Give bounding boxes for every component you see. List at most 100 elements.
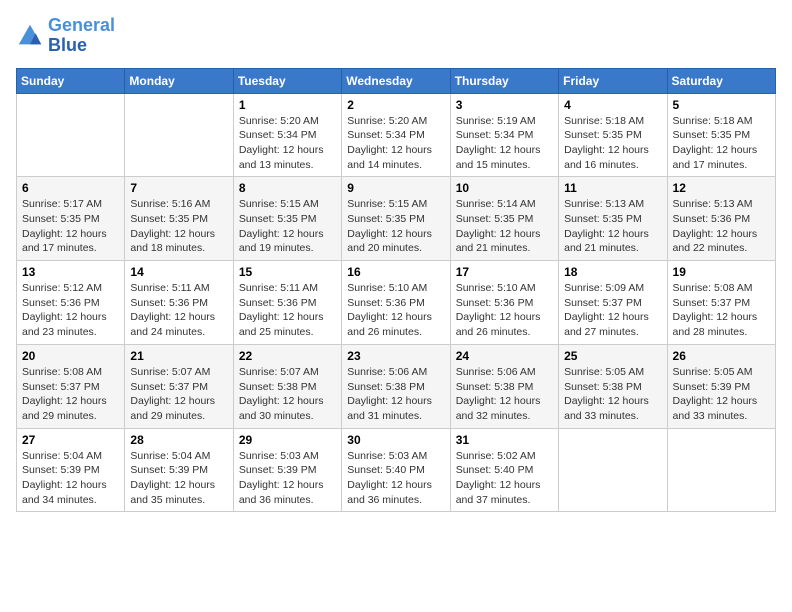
calendar-cell: 3 Sunrise: 5:19 AM Sunset: 5:34 PM Daylig…: [450, 93, 558, 177]
day-info: Sunrise: 5:08 AM Sunset: 5:37 PM Dayligh…: [22, 365, 119, 424]
day-info: Sunrise: 5:20 AM Sunset: 5:34 PM Dayligh…: [347, 114, 444, 173]
day-info: Sunrise: 5:18 AM Sunset: 5:35 PM Dayligh…: [673, 114, 770, 173]
calendar-week-row: 13 Sunrise: 5:12 AM Sunset: 5:36 PM Dayli…: [17, 261, 776, 345]
day-info: Sunrise: 5:20 AM Sunset: 5:34 PM Dayligh…: [239, 114, 336, 173]
calendar-cell: [667, 428, 775, 512]
day-number: 6: [22, 181, 119, 195]
calendar-cell: 5 Sunrise: 5:18 AM Sunset: 5:35 PM Daylig…: [667, 93, 775, 177]
day-number: 25: [564, 349, 661, 363]
calendar-cell: 14Sunrise: 5:11 AM Sunset: 5:36 PM Dayli…: [125, 261, 233, 345]
day-info: Sunrise: 5:15 AM Sunset: 5:35 PM Dayligh…: [347, 197, 444, 256]
weekday-header-tuesday: Tuesday: [233, 68, 341, 93]
day-number: 12: [673, 181, 770, 195]
day-number: 8: [239, 181, 336, 195]
day-number: 22: [239, 349, 336, 363]
day-info: Sunrise: 5:13 AM Sunset: 5:35 PM Dayligh…: [564, 197, 661, 256]
day-info: Sunrise: 5:05 AM Sunset: 5:39 PM Dayligh…: [673, 365, 770, 424]
calendar-cell: 2 Sunrise: 5:20 AM Sunset: 5:34 PM Daylig…: [342, 93, 450, 177]
day-number: 13: [22, 265, 119, 279]
day-info: Sunrise: 5:11 AM Sunset: 5:36 PM Dayligh…: [130, 281, 227, 340]
day-number: 27: [22, 433, 119, 447]
weekday-header-saturday: Saturday: [667, 68, 775, 93]
calendar-cell: 28 Sunrise: 5:04 AM Sunset: 5:39 PM Dayli…: [125, 428, 233, 512]
day-info: Sunrise: 5:03 AM Sunset: 5:39 PM Dayligh…: [239, 449, 336, 508]
day-number: 16: [347, 265, 444, 279]
day-number: 4: [564, 98, 661, 112]
calendar-cell: 31Sunrise: 5:02 AM Sunset: 5:40 PM Dayli…: [450, 428, 558, 512]
calendar-cell: 13 Sunrise: 5:12 AM Sunset: 5:36 PM Dayli…: [17, 261, 125, 345]
day-number: 18: [564, 265, 661, 279]
calendar-cell: 10 Sunrise: 5:14 AM Sunset: 5:35 PM Dayli…: [450, 177, 558, 261]
calendar-cell: 15 Sunrise: 5:11 AM Sunset: 5:36 PM Dayli…: [233, 261, 341, 345]
calendar-cell: 25Sunrise: 5:05 AM Sunset: 5:38 PM Dayli…: [559, 344, 667, 428]
day-info: Sunrise: 5:19 AM Sunset: 5:34 PM Dayligh…: [456, 114, 553, 173]
weekday-header-thursday: Thursday: [450, 68, 558, 93]
day-number: 17: [456, 265, 553, 279]
day-number: 7: [130, 181, 227, 195]
day-info: Sunrise: 5:10 AM Sunset: 5:36 PM Dayligh…: [347, 281, 444, 340]
day-info: Sunrise: 5:04 AM Sunset: 5:39 PM Dayligh…: [22, 449, 119, 508]
day-info: Sunrise: 5:17 AM Sunset: 5:35 PM Dayligh…: [22, 197, 119, 256]
calendar-cell: [559, 428, 667, 512]
logo: General Blue: [16, 16, 115, 56]
day-number: 19: [673, 265, 770, 279]
day-info: Sunrise: 5:18 AM Sunset: 5:35 PM Dayligh…: [564, 114, 661, 173]
logo-text: General Blue: [48, 16, 115, 56]
day-number: 30: [347, 433, 444, 447]
calendar-week-row: 27 Sunrise: 5:04 AM Sunset: 5:39 PM Dayli…: [17, 428, 776, 512]
logo-icon: [16, 22, 44, 50]
day-info: Sunrise: 5:08 AM Sunset: 5:37 PM Dayligh…: [673, 281, 770, 340]
day-info: Sunrise: 5:10 AM Sunset: 5:36 PM Dayligh…: [456, 281, 553, 340]
day-number: 29: [239, 433, 336, 447]
day-info: Sunrise: 5:06 AM Sunset: 5:38 PM Dayligh…: [347, 365, 444, 424]
day-info: Sunrise: 5:07 AM Sunset: 5:37 PM Dayligh…: [130, 365, 227, 424]
day-info: Sunrise: 5:07 AM Sunset: 5:38 PM Dayligh…: [239, 365, 336, 424]
day-number: 2: [347, 98, 444, 112]
calendar-header-row: SundayMondayTuesdayWednesdayThursdayFrid…: [17, 68, 776, 93]
calendar-cell: 12 Sunrise: 5:13 AM Sunset: 5:36 PM Dayli…: [667, 177, 775, 261]
day-number: 10: [456, 181, 553, 195]
calendar-cell: 22 Sunrise: 5:07 AM Sunset: 5:38 PM Dayli…: [233, 344, 341, 428]
day-info: Sunrise: 5:13 AM Sunset: 5:36 PM Dayligh…: [673, 197, 770, 256]
calendar-week-row: 1 Sunrise: 5:20 AM Sunset: 5:34 PM Daylig…: [17, 93, 776, 177]
day-number: 1: [239, 98, 336, 112]
day-number: 15: [239, 265, 336, 279]
day-info: Sunrise: 5:11 AM Sunset: 5:36 PM Dayligh…: [239, 281, 336, 340]
calendar-table: SundayMondayTuesdayWednesdayThursdayFrid…: [16, 68, 776, 513]
day-number: 28: [130, 433, 227, 447]
day-number: 24: [456, 349, 553, 363]
day-info: Sunrise: 5:14 AM Sunset: 5:35 PM Dayligh…: [456, 197, 553, 256]
page-header: General Blue: [16, 16, 776, 56]
calendar-cell: 24 Sunrise: 5:06 AM Sunset: 5:38 PM Dayli…: [450, 344, 558, 428]
calendar-cell: 8Sunrise: 5:15 AM Sunset: 5:35 PM Daylig…: [233, 177, 341, 261]
day-info: Sunrise: 5:09 AM Sunset: 5:37 PM Dayligh…: [564, 281, 661, 340]
calendar-cell: 19 Sunrise: 5:08 AM Sunset: 5:37 PM Dayli…: [667, 261, 775, 345]
day-number: 3: [456, 98, 553, 112]
day-info: Sunrise: 5:02 AM Sunset: 5:40 PM Dayligh…: [456, 449, 553, 508]
weekday-header-wednesday: Wednesday: [342, 68, 450, 93]
day-number: 9: [347, 181, 444, 195]
day-info: Sunrise: 5:12 AM Sunset: 5:36 PM Dayligh…: [22, 281, 119, 340]
day-number: 23: [347, 349, 444, 363]
weekday-header-friday: Friday: [559, 68, 667, 93]
calendar-cell: 16 Sunrise: 5:10 AM Sunset: 5:36 PM Dayli…: [342, 261, 450, 345]
day-number: 21: [130, 349, 227, 363]
day-number: 26: [673, 349, 770, 363]
day-info: Sunrise: 5:06 AM Sunset: 5:38 PM Dayligh…: [456, 365, 553, 424]
calendar-week-row: 20Sunrise: 5:08 AM Sunset: 5:37 PM Dayli…: [17, 344, 776, 428]
day-number: 5: [673, 98, 770, 112]
day-info: Sunrise: 5:16 AM Sunset: 5:35 PM Dayligh…: [130, 197, 227, 256]
calendar-cell: 6 Sunrise: 5:17 AM Sunset: 5:35 PM Daylig…: [17, 177, 125, 261]
calendar-cell: 29 Sunrise: 5:03 AM Sunset: 5:39 PM Dayli…: [233, 428, 341, 512]
calendar-cell: 7 Sunrise: 5:16 AM Sunset: 5:35 PM Daylig…: [125, 177, 233, 261]
calendar-cell: 30 Sunrise: 5:03 AM Sunset: 5:40 PM Dayli…: [342, 428, 450, 512]
calendar-cell: 11Sunrise: 5:13 AM Sunset: 5:35 PM Dayli…: [559, 177, 667, 261]
calendar-cell: 20Sunrise: 5:08 AM Sunset: 5:37 PM Dayli…: [17, 344, 125, 428]
calendar-cell: 17 Sunrise: 5:10 AM Sunset: 5:36 PM Dayli…: [450, 261, 558, 345]
weekday-header-sunday: Sunday: [17, 68, 125, 93]
calendar-cell: 27 Sunrise: 5:04 AM Sunset: 5:39 PM Dayli…: [17, 428, 125, 512]
calendar-cell: 4 Sunrise: 5:18 AM Sunset: 5:35 PM Daylig…: [559, 93, 667, 177]
day-info: Sunrise: 5:04 AM Sunset: 5:39 PM Dayligh…: [130, 449, 227, 508]
day-info: Sunrise: 5:03 AM Sunset: 5:40 PM Dayligh…: [347, 449, 444, 508]
calendar-cell: 1 Sunrise: 5:20 AM Sunset: 5:34 PM Daylig…: [233, 93, 341, 177]
